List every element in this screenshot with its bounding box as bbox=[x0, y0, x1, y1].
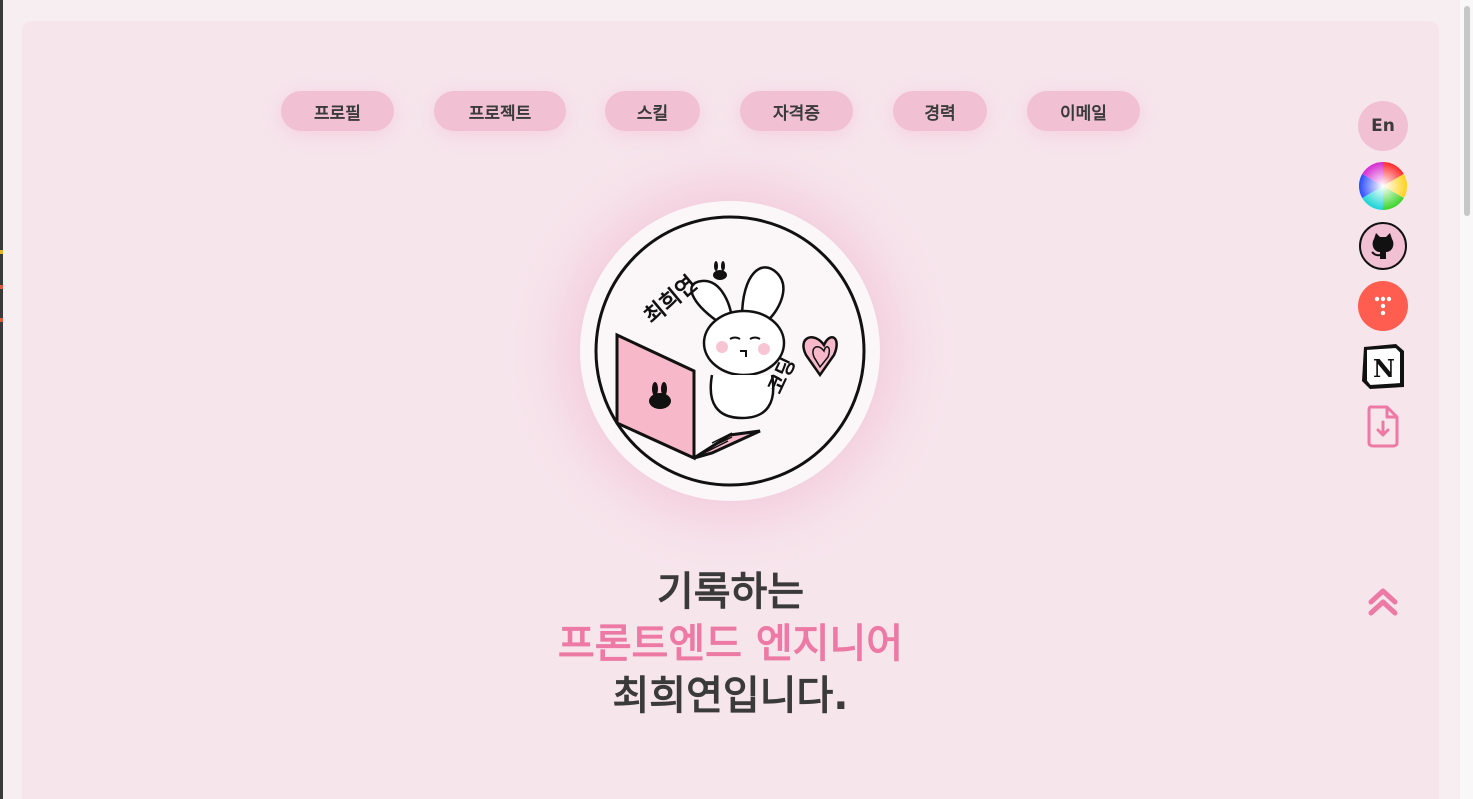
nav-email-button[interactable]: 이메일 bbox=[1027, 91, 1140, 131]
file-download-icon[interactable] bbox=[1358, 401, 1408, 451]
window-left-edge bbox=[0, 0, 3, 799]
headline-line-2: 프론트엔드 엔지니어 bbox=[557, 621, 904, 667]
scrollbar-thumb[interactable] bbox=[1464, 6, 1470, 216]
top-nav: 프로필 프로젝트 스킬 자격증 경력 이메일 bbox=[22, 91, 1439, 131]
nav-profile-button[interactable]: 프로필 bbox=[281, 91, 394, 131]
main-panel: 프로필 프로젝트 스킬 자격증 경력 이메일 최희연 코딩 기록하는 프론트엔드… bbox=[22, 21, 1439, 799]
nav-career-button[interactable]: 경력 bbox=[893, 91, 987, 131]
edge-mark bbox=[0, 285, 3, 289]
notion-icon[interactable]: N bbox=[1358, 341, 1408, 391]
double-chevron-up-icon[interactable] bbox=[1358, 576, 1408, 626]
dots-app-icon[interactable] bbox=[1358, 281, 1408, 331]
color-wheel-icon[interactable] bbox=[1358, 161, 1408, 211]
language-toggle-button[interactable]: En bbox=[1358, 101, 1408, 151]
page-scrollbar[interactable] bbox=[1459, 0, 1473, 799]
nav-skills-button[interactable]: 스킬 bbox=[605, 91, 700, 131]
nav-projects-button[interactable]: 프로젝트 bbox=[434, 91, 566, 131]
hero-headline: 기록하는 프론트엔드 엔지니어 최희연입니다. bbox=[22, 566, 1439, 722]
svg-text:N: N bbox=[1373, 354, 1395, 383]
github-icon[interactable] bbox=[1358, 221, 1408, 271]
profile-avatar: 최희연 코딩 bbox=[580, 201, 880, 501]
headline-line-3: 최희연입니다. bbox=[612, 673, 849, 719]
nav-certificates-button[interactable]: 자격증 bbox=[740, 91, 853, 131]
edge-mark bbox=[0, 318, 3, 322]
bunny-coding-illustration: 최희연 코딩 bbox=[594, 215, 866, 487]
edge-mark bbox=[0, 250, 3, 254]
headline-line-1: 기록하는 bbox=[656, 569, 805, 615]
